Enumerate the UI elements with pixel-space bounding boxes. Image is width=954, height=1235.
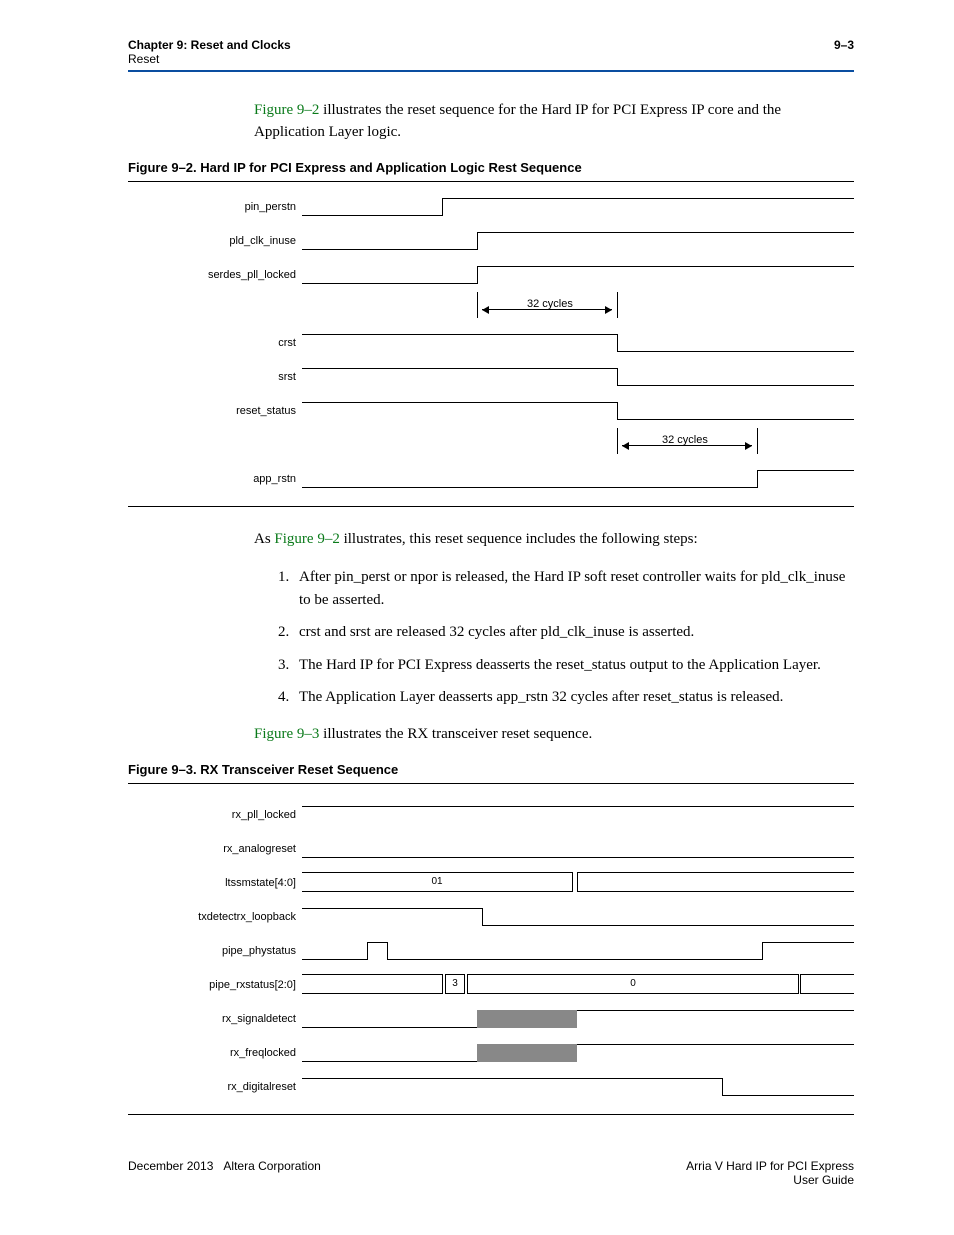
- figure-9-2-diagram: pin_perstn pld_clk_inuse serdes_pll_lock…: [128, 190, 854, 500]
- page-number: 9–3: [834, 38, 854, 66]
- signal-label: ltssmstate[4:0]: [128, 877, 302, 889]
- pre-fig93-paragraph: Figure 9–3 illustrates the RX transceive…: [254, 724, 854, 746]
- figure-9-2-link[interactable]: Figure 9–2: [274, 531, 339, 547]
- list-item: crst and srst are released 32 cycles aft…: [293, 621, 854, 644]
- list-item: After pin_perst or npor is released, the…: [293, 566, 854, 611]
- signal-label: srst: [128, 371, 302, 383]
- figure-9-2-rule-top: [128, 181, 854, 182]
- reset-steps-list: After pin_perst or npor is released, the…: [273, 566, 854, 709]
- chapter-label: Chapter 9: Reset and Clocks: [128, 38, 291, 52]
- page-footer: December 2013 Altera Corporation Arria V…: [128, 1159, 854, 1187]
- signal-label: rx_freqlocked: [128, 1047, 302, 1059]
- signal-label: rx_digitalreset: [128, 1081, 302, 1093]
- signal-label: rx_pll_locked: [128, 809, 302, 821]
- list-item: The Hard IP for PCI Express deasserts th…: [293, 654, 854, 677]
- footer-doc-subtitle: User Guide: [686, 1173, 854, 1187]
- signal-label: pin_perstn: [128, 201, 302, 213]
- bus-value: 01: [302, 872, 573, 892]
- signal-label: pld_clk_inuse: [128, 235, 302, 247]
- figure-9-3-rule-bottom: [128, 1114, 854, 1115]
- signal-label: crst: [128, 337, 302, 349]
- footer-date: December 2013: [128, 1159, 213, 1173]
- figure-9-3-diagram: rx_pll_locked rx_analogreset ltssmstate[…: [128, 792, 854, 1108]
- bus-value: 0: [467, 974, 799, 994]
- figure-9-3-rule-top: [128, 783, 854, 784]
- signal-label: reset_status: [128, 405, 302, 417]
- intro-text: illustrates the reset sequence for the H…: [254, 102, 781, 140]
- post-fig92-paragraph: As Figure 9–2 illustrates, this reset se…: [254, 529, 854, 551]
- header-rule: [128, 70, 854, 72]
- figure-9-2-rule-bottom: [128, 506, 854, 507]
- signal-label: serdes_pll_locked: [128, 269, 302, 281]
- intro-paragraph: Figure 9–2 illustrates the reset sequenc…: [254, 100, 854, 144]
- figure-9-2-link[interactable]: Figure 9–2: [254, 102, 319, 118]
- page-header: Chapter 9: Reset and Clocks Reset 9–3: [128, 38, 854, 66]
- figure-9-3-caption: Figure 9–3. RX Transceiver Reset Sequenc…: [128, 762, 854, 777]
- cycles-annotation: 32 cycles: [662, 434, 708, 446]
- bus-value: 3: [445, 974, 465, 994]
- signal-label: app_rstn: [128, 473, 302, 485]
- signal-label: rx_signaldetect: [128, 1013, 302, 1025]
- signal-label: pipe_rxstatus[2:0]: [128, 979, 302, 991]
- section-label: Reset: [128, 52, 291, 66]
- signal-label: pipe_phystatus: [128, 945, 302, 957]
- figure-9-2-caption: Figure 9–2. Hard IP for PCI Express and …: [128, 160, 854, 175]
- signal-label: txdetectrx_loopback: [128, 911, 302, 923]
- cycles-annotation: 32 cycles: [527, 298, 573, 310]
- list-item: The Application Layer deasserts app_rstn…: [293, 686, 854, 709]
- footer-corp: Altera Corporation: [223, 1159, 320, 1173]
- signal-label: rx_analogreset: [128, 843, 302, 855]
- figure-9-3-link[interactable]: Figure 9–3: [254, 726, 319, 742]
- footer-doc-title: Arria V Hard IP for PCI Express: [686, 1159, 854, 1173]
